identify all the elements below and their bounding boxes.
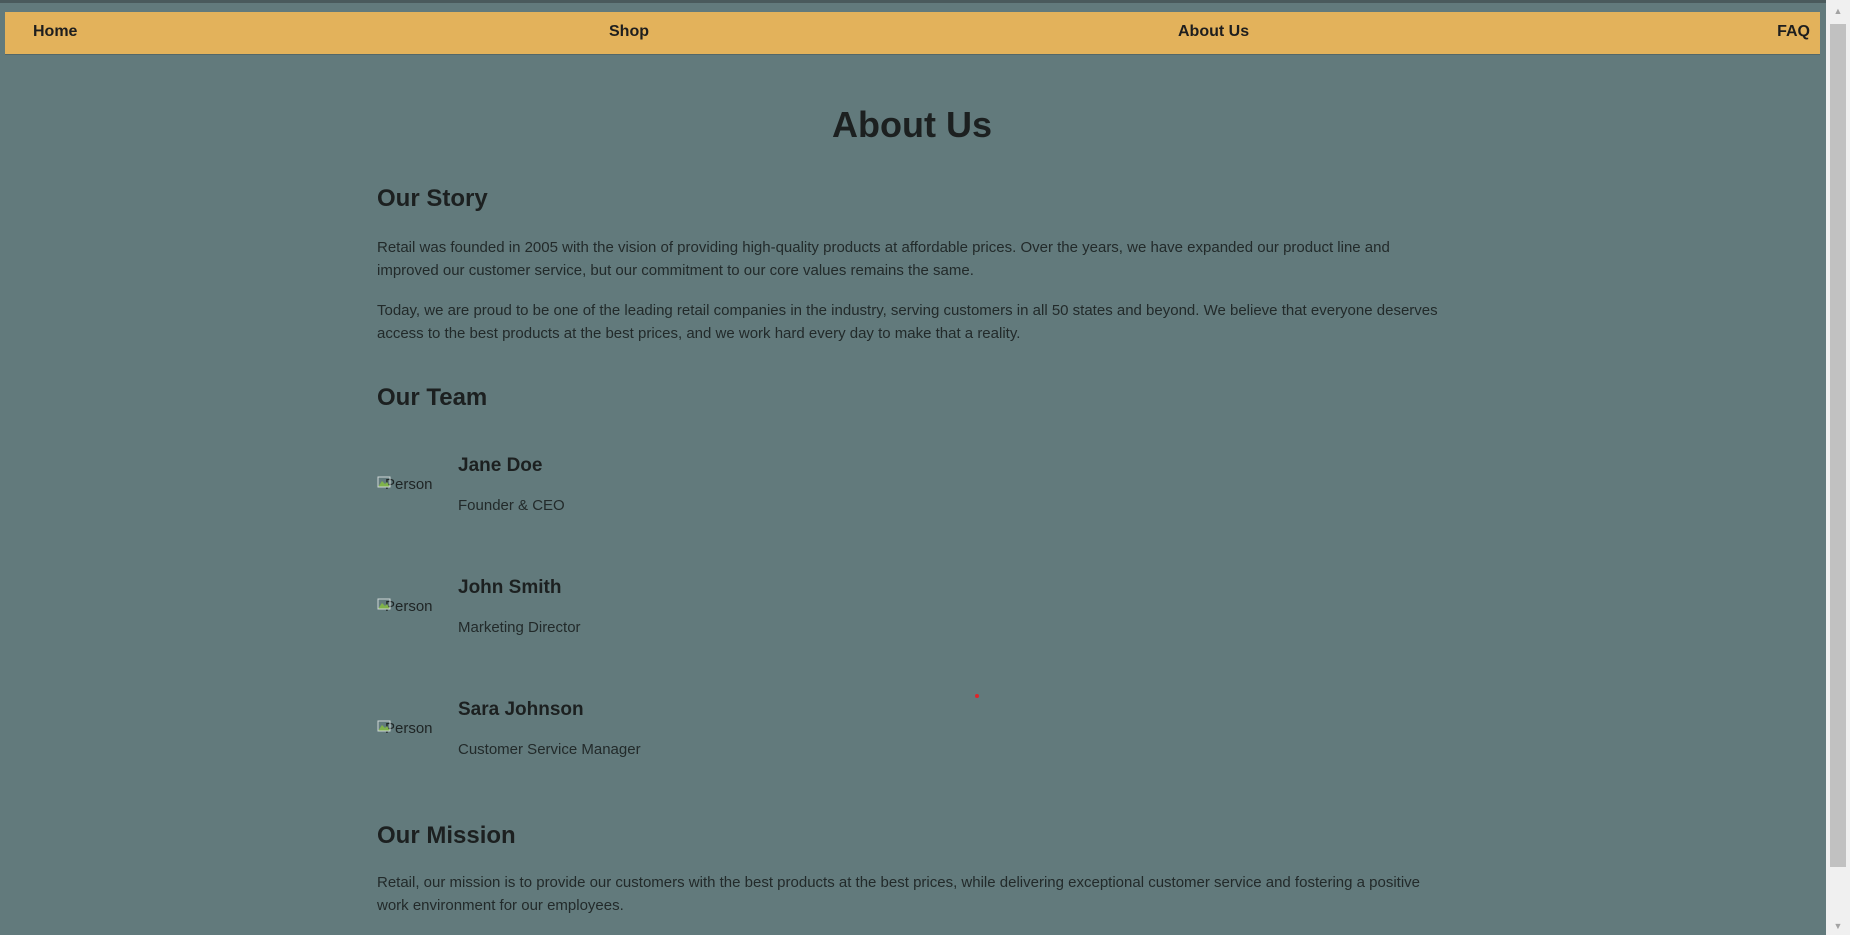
nav-link-shop[interactable]: Shop	[609, 12, 649, 54]
team-member-photo: Person	[377, 475, 439, 495]
top-navbar: Home Shop About Us FAQ	[5, 12, 1820, 54]
nav-link-about-us[interactable]: About Us	[1178, 12, 1249, 54]
broken-image-icon	[377, 598, 391, 612]
team-member-card: Person John Smith Marketing Director	[377, 576, 977, 676]
scrollbar-thumb[interactable]	[1830, 24, 1846, 867]
our-story-heading: Our Story	[377, 185, 488, 212]
team-member-card: Person Jane Doe Founder & CEO	[377, 454, 977, 554]
broken-image-icon	[377, 720, 391, 734]
team-member-card: Person Sara Johnson Customer Service Man…	[377, 698, 977, 798]
vertical-scrollbar[interactable]: ▲ ▼	[1826, 0, 1850, 935]
team-member-photo: Person	[377, 719, 439, 739]
our-story-paragraph-2: Today, we are proud to be one of the lea…	[377, 302, 1438, 342]
page-title: About Us	[832, 104, 992, 145]
team-member-name: Sara Johnson	[458, 699, 584, 720]
scroll-down-arrow-icon[interactable]: ▼	[1826, 918, 1850, 935]
broken-image-icon	[377, 476, 391, 490]
page: Home Shop About Us FAQ About Us Our Stor…	[0, 0, 1826, 935]
our-story-paragraph-1: Retail was founded in 2005 with the visi…	[377, 239, 1390, 279]
nav-link-faq[interactable]: FAQ	[1777, 12, 1810, 54]
scroll-up-arrow-icon[interactable]: ▲	[1826, 3, 1850, 20]
team-member-name: Jane Doe	[458, 455, 543, 476]
team-member-name: John Smith	[458, 577, 562, 598]
team-member-role: Founder & CEO	[458, 497, 565, 514]
our-mission-heading: Our Mission	[377, 822, 516, 849]
team-member-role: Customer Service Manager	[458, 741, 641, 758]
team-member-role: Marketing Director	[458, 619, 581, 636]
nav-link-home[interactable]: Home	[33, 12, 77, 54]
our-mission-paragraph: Retail, our mission is to provide our cu…	[377, 874, 1420, 914]
mouse-cursor-dot	[975, 694, 979, 698]
team-member-photo: Person	[377, 597, 439, 617]
our-team-heading: Our Team	[377, 384, 488, 411]
